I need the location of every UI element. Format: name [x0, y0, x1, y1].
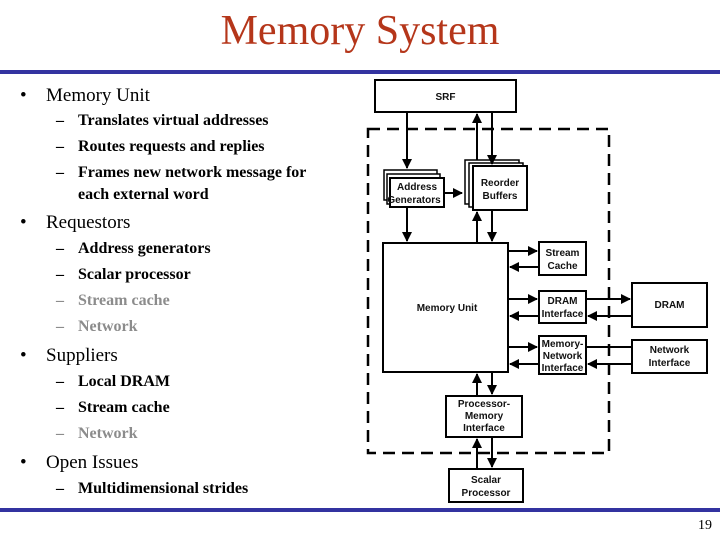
page-number: 19 [698, 518, 712, 533]
address-generators-label-1: Address [397, 182, 437, 193]
stream-cache-block: Stream Cache [538, 241, 587, 276]
network-interface-block: Network Interface [631, 339, 708, 374]
scalar-processor-label-1: Scalar [471, 475, 501, 486]
memory-unit-block: Memory Unit [382, 242, 509, 373]
stream-cache-label-2: Cache [547, 261, 577, 272]
dram-interface-block: DRAM Interface [538, 290, 587, 324]
network-interface-label-2: Interface [649, 358, 691, 369]
network-interface-label-1: Network [650, 345, 690, 356]
dram-interface-label-2: Interface [542, 309, 584, 320]
dram-block: DRAM [631, 282, 708, 328]
dram-label: DRAM [655, 300, 685, 311]
srf-block: SRF [374, 79, 517, 113]
dram-interface-label-1: DRAM [548, 296, 578, 307]
stream-cache-label-1: Stream [546, 248, 580, 259]
reorder-buffers-block: Reorder Buffers [464, 159, 528, 211]
srf-label: SRF [436, 92, 456, 103]
memory-unit-label: Memory Unit [417, 303, 478, 314]
mni-label-2: Network [543, 351, 583, 362]
bottom-divider [0, 508, 720, 512]
pmi-label-3: Interface [463, 423, 505, 434]
reorder-buffers-label-1: Reorder [481, 178, 519, 189]
address-generators-label-2: Generators [387, 195, 441, 206]
mni-label-3: Interface [542, 363, 584, 374]
reorder-buffers-label-2: Buffers [482, 191, 517, 202]
memory-network-interface-block: Memory- Network Interface [538, 335, 587, 375]
processor-memory-interface-block: Processor- Memory Interface [445, 395, 523, 438]
mni-label-1: Memory- [542, 339, 584, 350]
scalar-processor-label-2: Processor [462, 488, 511, 499]
scalar-processor-block: Scalar Processor [448, 468, 524, 503]
memory-system-diagram: SRF Address Generators Reorder Buffers M… [366, 79, 708, 503]
address-generators-block: Address Generators [383, 169, 445, 208]
pmi-label-2: Memory [465, 411, 504, 422]
pmi-label-1: Processor- [458, 399, 510, 410]
